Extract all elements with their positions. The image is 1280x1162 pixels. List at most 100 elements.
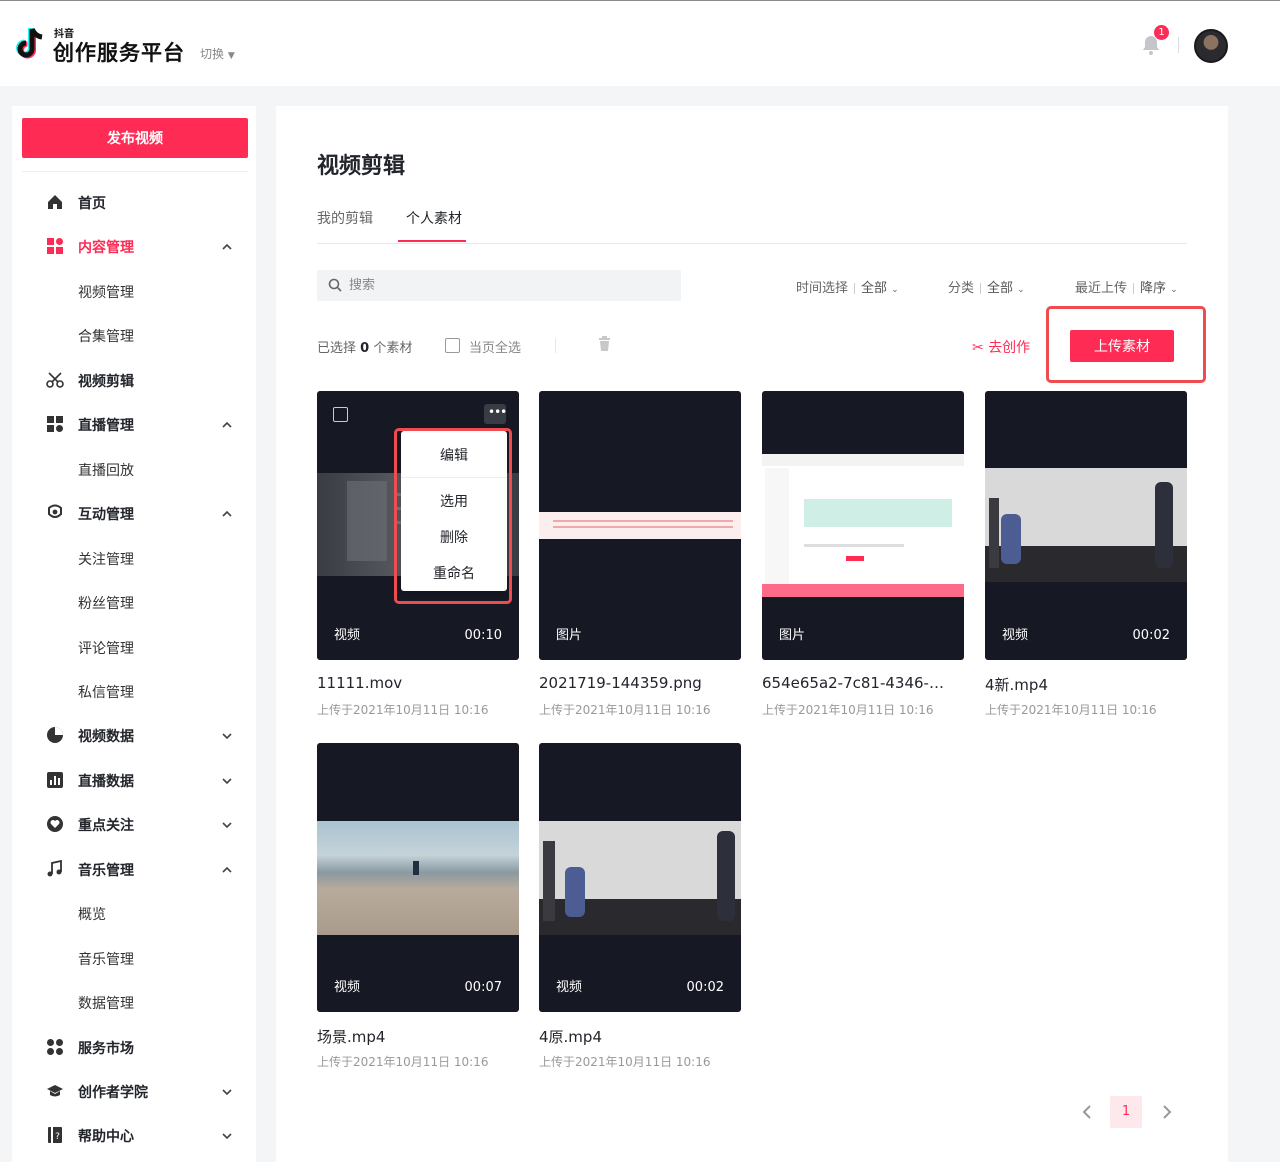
video-preview <box>317 821 519 935</box>
caret-down-icon: ▼ <box>227 51 235 61</box>
chevron-down-icon: ⌄ <box>1017 285 1025 295</box>
platform-title[interactable]: 创作服务平台 <box>53 37 185 67</box>
user-avatar[interactable] <box>1194 29 1228 63</box>
asset-type-label: 视频 <box>334 980 361 995</box>
select-all-checkbox[interactable] <box>445 338 460 353</box>
asset-duration: 00:10 <box>464 628 502 643</box>
selection-suffix: 个素材 <box>373 341 413 356</box>
asset-thumbnail[interactable]: 视频 00:02 <box>985 391 1187 660</box>
sidebar-item-label: 概览 <box>78 907 106 924</box>
prev-page-icon[interactable] <box>1080 1100 1094 1124</box>
sidebar-item-label: 创作者学院 <box>78 1085 148 1101</box>
sidebar-item[interactable]: 视频数据 <box>12 720 256 750</box>
go-create-link[interactable]: ✂ 去创作 <box>972 337 1030 357</box>
asset-thumbnail[interactable]: 图片 <box>539 391 741 660</box>
asset-thumbnail[interactable]: 图片 <box>762 391 964 660</box>
sidebar-item-label: 服务市场 <box>78 1040 134 1057</box>
asset-name[interactable]: 11111.mov <box>317 674 519 692</box>
sidebar-item-label: 私信管理 <box>78 684 134 701</box>
asset-name[interactable]: 场景.mp4 <box>317 1026 519 1047</box>
chevron-down-icon[interactable] <box>220 818 234 832</box>
sidebar-subitem[interactable]: 音乐管理 <box>12 943 256 973</box>
chevron-down-icon[interactable] <box>220 1129 234 1143</box>
chevron-down-icon: ⌄ <box>1170 285 1178 295</box>
sidebar-item-label: 直播回放 <box>78 462 134 479</box>
chevron-up-icon[interactable] <box>220 418 234 432</box>
svg-text:?: ? <box>55 1132 60 1142</box>
scissors-icon <box>46 372 64 388</box>
content-grid-icon <box>47 238 63 255</box>
tab-divider <box>317 243 1187 244</box>
filter-category[interactable]: 分类 全部 ⌄ <box>948 277 1025 296</box>
chevron-down-icon[interactable] <box>220 1085 234 1099</box>
asset-duration: 00:02 <box>686 980 724 995</box>
sidebar-item[interactable]: ? 帮助中心 <box>12 1120 256 1150</box>
select-all-label[interactable]: 当页全选 <box>469 337 521 356</box>
sidebar-subitem[interactable]: 合集管理 <box>12 320 256 350</box>
asset-checkbox[interactable] <box>333 407 348 422</box>
page-number-current[interactable]: 1 <box>1110 1096 1142 1128</box>
asset-name[interactable]: 4新.mp4 <box>985 674 1187 695</box>
search-input[interactable] <box>349 270 669 301</box>
trash-icon[interactable] <box>597 336 612 352</box>
switch-dropdown[interactable]: 切换 ▼ <box>200 45 235 62</box>
sidebar-subitem[interactable]: 私信管理 <box>12 676 256 706</box>
music-note-icon <box>47 859 62 877</box>
chevron-down-icon[interactable] <box>220 729 234 743</box>
asset-type-label: 视频 <box>1002 628 1029 643</box>
sidebar-item-label: 内容管理 <box>78 240 134 257</box>
asset-upload-date: 上传于2021年10月11日 10:16 <box>317 703 489 717</box>
publish-video-button[interactable]: 发布视频 <box>22 118 248 158</box>
next-page-icon[interactable] <box>1160 1100 1174 1124</box>
sidebar-item-label: 直播数据 <box>78 773 134 790</box>
sidebar-item[interactable]: 重点关注 <box>12 809 256 839</box>
sidebar-item[interactable]: 内容管理 <box>12 231 256 261</box>
asset-type-label: 图片 <box>779 628 806 643</box>
sidebar-item[interactable]: 视频剪辑 <box>12 365 256 395</box>
filter-category-value: 全部 <box>987 281 1014 296</box>
sidebar-item-label: 合集管理 <box>78 329 134 346</box>
chevron-down-icon[interactable] <box>220 774 234 788</box>
asset-type-label: 视频 <box>334 628 361 643</box>
sidebar-subitem[interactable]: 视频管理 <box>12 276 256 306</box>
chevron-up-icon[interactable] <box>220 507 234 521</box>
sidebar-subitem[interactable]: 关注管理 <box>12 543 256 573</box>
sidebar-item[interactable]: 互动管理 <box>12 498 256 528</box>
asset-name[interactable]: 4原.mp4 <box>539 1026 741 1047</box>
filter-time[interactable]: 时间选择 全部 ⌄ <box>796 277 899 296</box>
sidebar-item[interactable]: 直播数据 <box>12 765 256 795</box>
sidebar-subitem[interactable]: 评论管理 <box>12 632 256 662</box>
asset-upload-date: 上传于2021年10月11日 10:16 <box>317 1055 489 1069</box>
sidebar-item[interactable]: 直播管理 <box>12 409 256 439</box>
asset-type-label: 视频 <box>556 980 583 995</box>
more-options-icon[interactable]: ••• <box>484 404 507 424</box>
sidebar-item-label: 视频剪辑 <box>78 373 134 390</box>
sidebar-subitem[interactable]: 直播回放 <box>12 454 256 484</box>
sidebar-item[interactable]: 音乐管理 <box>12 854 256 884</box>
sidebar-item-label: 音乐管理 <box>78 862 134 879</box>
image-preview <box>762 454 964 597</box>
asset-name[interactable]: 2021719-144359.png <box>539 674 741 692</box>
chevron-up-icon[interactable] <box>220 240 234 254</box>
tab-my-edits[interactable]: 我的剪辑 <box>317 208 373 228</box>
sidebar-subitem[interactable]: 粉丝管理 <box>12 587 256 617</box>
search-box[interactable] <box>317 270 681 301</box>
sidebar-item[interactable]: 服务市场 <box>12 1032 256 1062</box>
sidebar-item-label: 音乐管理 <box>78 951 134 968</box>
sidebar-item[interactable]: 首页 <box>12 187 256 217</box>
graduation-cap-icon <box>47 1085 63 1097</box>
sidebar-subitem[interactable]: 数据管理 <box>12 987 256 1017</box>
filter-sort[interactable]: 最近上传 降序 ⌄ <box>1075 277 1178 296</box>
sidebar-subitem[interactable]: 概览 <box>12 898 256 928</box>
asset-thumbnail[interactable]: 视频 00:02 <box>539 743 741 1012</box>
page-title: 视频剪辑 <box>317 154 406 179</box>
sidebar-item[interactable]: 创作者学院 <box>12 1076 256 1106</box>
asset-name[interactable]: 654e65a2-7c81-4346-… <box>762 674 964 692</box>
main-panel: 视频剪辑 我的剪辑 个人素材 时间选择全部 ⌄ 分类全部 ⌄ 最近上传降序 ⌄ … <box>276 106 1228 1162</box>
asset-thumbnail[interactable]: 视频 00:07 <box>317 743 519 1012</box>
tab-personal-assets[interactable]: 个人素材 <box>406 208 462 228</box>
tiktok-logo-icon[interactable] <box>12 25 48 63</box>
chevron-up-icon[interactable] <box>220 863 234 877</box>
chevron-down-icon: ⌄ <box>891 285 899 295</box>
active-tab-indicator <box>398 240 466 242</box>
